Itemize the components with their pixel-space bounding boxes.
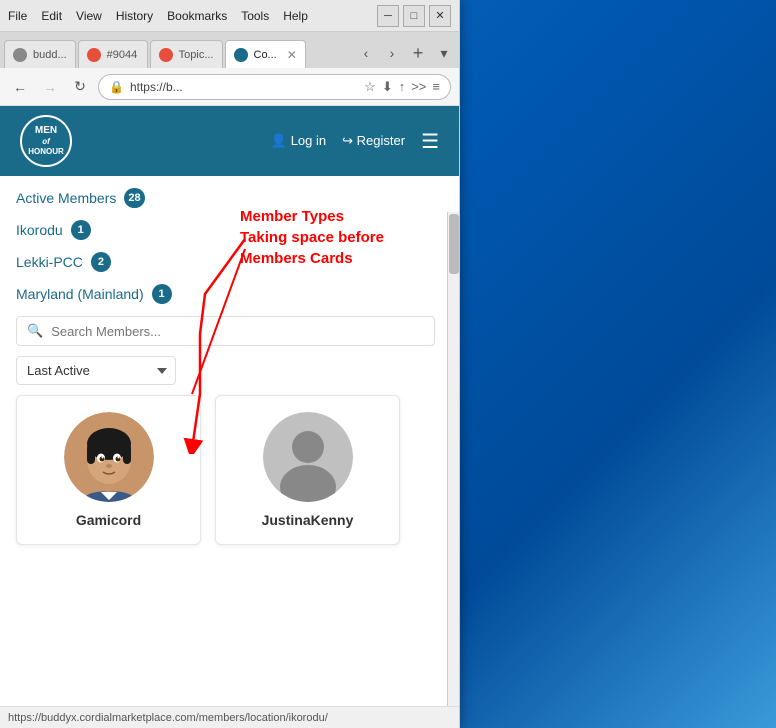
- menu-file[interactable]: File: [8, 9, 27, 23]
- menu-bookmarks[interactable]: Bookmarks: [167, 9, 227, 23]
- tab-2[interactable]: Topic...: [150, 40, 223, 68]
- page-content: MEN of HONOUR 👤 Log in ↪ Register ☰: [0, 106, 459, 706]
- member-type-active-label: Active Members: [16, 190, 116, 206]
- tab-icon-2: [159, 48, 173, 62]
- tab-bar: budd... #9044 Topic... Co... ✕ ‹ › + ▾: [0, 32, 459, 68]
- hamburger-menu-icon[interactable]: ☰: [421, 129, 439, 154]
- member-avatar-1: [263, 412, 353, 502]
- member-avatar-0: [64, 412, 154, 502]
- nav-forward-button[interactable]: →: [38, 75, 62, 99]
- tab-label-3: Co...: [254, 49, 277, 61]
- register-icon: ↪: [342, 133, 357, 148]
- menu-history[interactable]: History: [116, 9, 153, 23]
- tab-list-button[interactable]: ▾: [433, 42, 455, 64]
- content-area: Active Members 28 Ikorodu 1 Lekki-PCC 2 …: [0, 176, 459, 557]
- tab-next-button[interactable]: ›: [381, 42, 403, 64]
- title-bar-controls: ─ □ ✕: [377, 5, 451, 27]
- member-type-lekki-badge: 2: [91, 252, 111, 272]
- tab-3[interactable]: Co... ✕: [225, 40, 306, 68]
- member-type-lekki[interactable]: Lekki-PCC 2: [16, 252, 435, 272]
- member-type-ikorodu[interactable]: Ikorodu 1: [16, 220, 435, 240]
- address-bar: ← → ↻ 🔒 https://b... ☆ ⬇ ↑ >> ≡: [0, 68, 459, 106]
- tab-controls: ‹ › + ▾: [355, 42, 455, 68]
- logo-of: of: [28, 137, 64, 147]
- share-icon[interactable]: ↑: [399, 79, 406, 94]
- sort-dropdown[interactable]: Last Active Newest Alphabetical Most Fri…: [16, 356, 176, 385]
- login-link[interactable]: 👤 Log in: [271, 133, 326, 149]
- security-lock-icon: 🔒: [109, 80, 124, 94]
- member-name-0: Gamicord: [76, 512, 141, 528]
- minimize-button[interactable]: ─: [377, 5, 399, 27]
- person-icon: 👤: [271, 133, 291, 148]
- tab-label-2: Topic...: [179, 49, 214, 61]
- member-type-ikorodu-label: Ikorodu: [16, 222, 63, 238]
- member-type-ikorodu-badge: 1: [71, 220, 91, 240]
- member-type-maryland-badge: 1: [152, 284, 172, 304]
- url-icons: ☆ ⬇ ↑ >> ≡: [364, 79, 440, 95]
- logo-honour: HONOUR: [28, 147, 64, 157]
- menu-icon[interactable]: ≡: [432, 79, 440, 94]
- search-wrapper: 🔍: [16, 316, 435, 346]
- member-type-active-badge: 28: [124, 188, 144, 208]
- title-bar-menu: File Edit View History Bookmarks Tools H…: [8, 9, 377, 23]
- menu-edit[interactable]: Edit: [41, 9, 62, 23]
- tab-close-3[interactable]: ✕: [287, 48, 297, 62]
- search-container: 🔍: [16, 316, 435, 346]
- scrollbar[interactable]: [447, 212, 459, 706]
- nav-back-button[interactable]: ←: [8, 75, 32, 99]
- tab-label-1: #9044: [107, 49, 138, 61]
- new-tab-button[interactable]: +: [407, 42, 429, 64]
- menu-help[interactable]: Help: [283, 9, 308, 23]
- tab-icon-0: [13, 48, 27, 62]
- menu-view[interactable]: View: [76, 9, 102, 23]
- member-type-lekki-label: Lekki-PCC: [16, 254, 83, 270]
- browser-window: File Edit View History Bookmarks Tools H…: [0, 0, 460, 728]
- sort-dropdown-container: Last Active Newest Alphabetical Most Fri…: [16, 356, 435, 385]
- member-card-0[interactable]: Gamicord: [16, 395, 201, 545]
- site-header: MEN of HONOUR 👤 Log in ↪ Register ☰: [0, 106, 459, 176]
- logo-men: MEN: [28, 125, 64, 137]
- url-text: https://b...: [130, 80, 183, 94]
- status-url: https://buddyx.cordialmarketplace.com/me…: [8, 712, 328, 724]
- bookmark-icon[interactable]: ☆: [364, 79, 376, 95]
- member-type-maryland-label: Maryland (Mainland): [16, 286, 144, 302]
- scroll-thumb[interactable]: [449, 214, 459, 274]
- download-icon[interactable]: ⬇: [382, 79, 393, 95]
- status-bar: https://buddyx.cordialmarketplace.com/me…: [0, 706, 459, 728]
- placeholder-avatar-svg: [263, 412, 353, 502]
- extensions-icon[interactable]: >>: [411, 79, 426, 94]
- nav-refresh-button[interactable]: ↻: [68, 75, 92, 99]
- search-input[interactable]: [51, 324, 424, 339]
- login-label: Log in: [291, 133, 326, 148]
- search-icon: 🔍: [27, 323, 43, 339]
- menu-tools[interactable]: Tools: [241, 9, 269, 23]
- avatar-placeholder-1: [263, 412, 353, 502]
- member-card-1[interactable]: JustinaKenny: [215, 395, 400, 545]
- gamicord-avatar-svg: [64, 412, 154, 502]
- tab-icon-1: [87, 48, 101, 62]
- url-bar[interactable]: 🔒 https://b... ☆ ⬇ ↑ >> ≡: [98, 74, 451, 100]
- maximize-button[interactable]: □: [403, 5, 425, 27]
- tab-icon-3: [234, 48, 248, 62]
- register-link[interactable]: ↪ Register: [342, 133, 405, 149]
- tab-1[interactable]: #9044: [78, 40, 148, 68]
- member-type-active[interactable]: Active Members 28: [16, 188, 435, 208]
- site-nav: 👤 Log in ↪ Register ☰: [271, 129, 439, 154]
- tab-0[interactable]: budd...: [4, 40, 76, 68]
- member-type-maryland[interactable]: Maryland (Mainland) 1: [16, 284, 435, 304]
- site-logo[interactable]: MEN of HONOUR: [20, 115, 72, 167]
- member-name-1: JustinaKenny: [262, 512, 354, 528]
- member-type-filters: Active Members 28 Ikorodu 1 Lekki-PCC 2 …: [16, 188, 435, 304]
- tab-label-0: budd...: [33, 49, 67, 61]
- register-label: Register: [357, 133, 405, 148]
- title-bar: File Edit View History Bookmarks Tools H…: [0, 0, 459, 32]
- tab-prev-button[interactable]: ‹: [355, 42, 377, 64]
- close-button[interactable]: ✕: [429, 5, 451, 27]
- member-cards: Gamicord JustinaKenny: [16, 395, 435, 545]
